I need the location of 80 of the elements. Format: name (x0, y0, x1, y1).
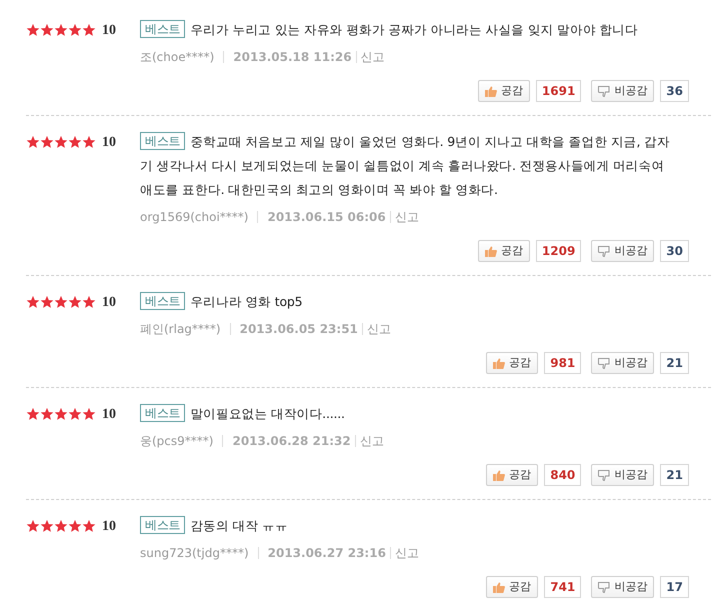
review-text: 베스트 중학교때 처음보고 제일 많이 울었던 영화다. 9년이 지나고 대학을 졸업한 지금, 갑자기 생각나서 다시 보게되었는데 눈물이 쉴틈없이 계속 흘러나왔다. 전쟁용사들에게 머리숙여 애도를 표한다. 대한민국의 최고의 영화이며 꼭 봐야 할 영화다. (140, 131, 671, 199)
star-icon (68, 407, 82, 421)
vote-count: 21 (660, 464, 689, 486)
star-icon (54, 519, 68, 533)
star-icon (82, 519, 96, 533)
dislike-button[interactable]: 비공감 (591, 464, 654, 486)
thumbs-down-icon (598, 86, 610, 96)
author-name: sung723(tjdg****) (140, 545, 249, 562)
vote-count: 840 (544, 464, 582, 486)
dislike-button[interactable]: 비공감 (591, 80, 654, 102)
best-badge: 베스트 (140, 516, 186, 534)
thumbs-up-icon (484, 246, 497, 256)
star-icon (26, 135, 40, 149)
dislike-button[interactable]: 비공감 (591, 352, 654, 374)
vote-count: 30 (660, 240, 689, 262)
thumbs-up-icon (484, 86, 497, 96)
star-icon (26, 295, 40, 309)
star-icon (40, 23, 54, 37)
best-badge: 베스트 (140, 404, 186, 422)
dislike-button[interactable]: 비공감 (591, 240, 654, 262)
star-icon (26, 519, 40, 533)
star-icon (26, 407, 40, 421)
best-badge: 베스트 (140, 132, 186, 150)
thumbs-up-icon (493, 358, 506, 368)
thumbs-down-icon (598, 582, 610, 592)
vote-count: 981 (544, 352, 582, 374)
thumbs-down-icon (598, 246, 610, 256)
star-icon (40, 407, 54, 421)
post-date: 2013.06.05 23:51 (240, 321, 358, 338)
review-text: 베스트 우리가 누리고 있는 자유와 평화가 공짜가 아니라는 사실을 잊지 말아야 합니다 (140, 18, 689, 42)
like-button[interactable]: 공감 (486, 352, 538, 374)
score: 10 (102, 22, 116, 40)
post-date: 2013.06.28 21:32 (232, 433, 351, 450)
thumbs-down-icon (598, 358, 610, 368)
star-icon (68, 519, 82, 533)
star-icon (68, 295, 82, 309)
like-button[interactable]: 공감 (486, 464, 538, 486)
post-date: 2013.06.27 23:16 (268, 545, 386, 562)
star-icon (26, 23, 40, 37)
author-name: org1569(choi****) (140, 209, 248, 226)
like-button[interactable]: 공감 (486, 576, 538, 598)
review-text: 베스트 말이필요없는 대작이다...... (140, 402, 689, 426)
vote-count: 1209 (536, 240, 582, 262)
thumbs-up-icon (493, 470, 506, 480)
star-icon (54, 295, 68, 309)
star-icon (82, 135, 96, 149)
author-name: 웅(pcs9****) (140, 433, 214, 450)
vote-count: 21 (660, 352, 689, 374)
star-icon (54, 135, 68, 149)
best-badge: 베스트 (140, 20, 186, 38)
star-icon (54, 23, 68, 37)
star-icon (54, 407, 68, 421)
score: 10 (102, 294, 116, 312)
star-icon (40, 135, 54, 149)
like-button[interactable]: 공감 (478, 240, 530, 262)
star-icon (82, 407, 96, 421)
score: 10 (102, 518, 116, 536)
star-icon (68, 135, 82, 149)
star-icon (68, 23, 82, 37)
thumbs-down-icon (598, 470, 610, 480)
author-name: 폐인(rlag****) (140, 321, 221, 338)
like-button[interactable]: 공감 (478, 80, 530, 102)
vote-count: 36 (660, 80, 689, 102)
review-text: 베스트 우리나라 영화 top5 (140, 290, 689, 314)
vote-count: 17 (660, 576, 689, 598)
star-icon (82, 23, 96, 37)
star-icon (40, 295, 54, 309)
score: 10 (102, 134, 116, 152)
thumbs-up-icon (493, 582, 506, 592)
score: 10 (102, 406, 116, 424)
star-icon (40, 519, 54, 533)
vote-count: 741 (544, 576, 582, 598)
best-badge: 베스트 (140, 292, 186, 310)
post-date: 2013.05.18 11:26 (233, 49, 352, 66)
dislike-button[interactable]: 비공감 (591, 576, 654, 598)
post-date: 2013.06.15 06:06 (267, 209, 386, 226)
review-text: 베스트 감동의 대작 ㅠㅠ (140, 514, 689, 538)
vote-count: 1691 (536, 80, 582, 102)
author-name: 조(choe****) (140, 49, 214, 66)
star-icon (82, 295, 96, 309)
